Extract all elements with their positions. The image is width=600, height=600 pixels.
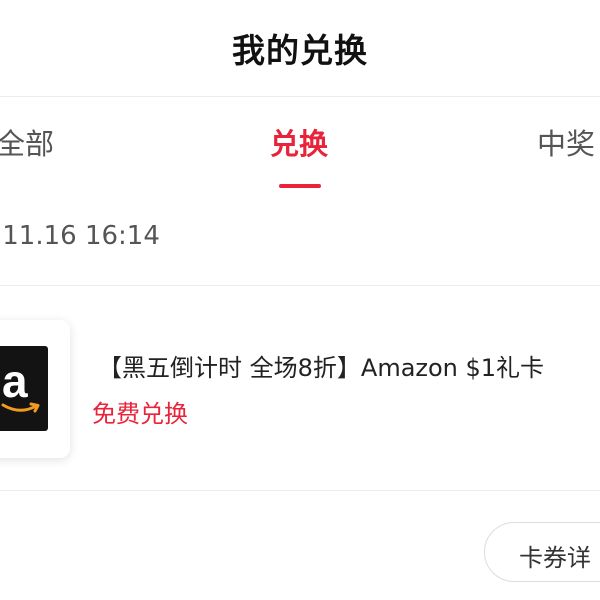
exchange-item[interactable]: md a 【黑五倒计时 全场8折】Amazon $1礼卡 免费兑换 bbox=[0, 286, 600, 490]
tab-bar: 全部 兑换 中奖 bbox=[0, 97, 600, 197]
order-timestamp: .11.16 16:14 bbox=[0, 221, 160, 251]
tab-all[interactable]: 全部 bbox=[0, 121, 54, 163]
tab-exchange[interactable]: 兑换 bbox=[270, 121, 328, 163]
amazon-smile-icon bbox=[1, 402, 40, 413]
divider bbox=[0, 490, 600, 491]
page-header: 我的兑换 bbox=[0, 0, 600, 97]
my-exchange-screen: 我的兑换 全部 兑换 中奖 .11.16 16:14 md a 【黑五倒计时 全… bbox=[0, 0, 600, 600]
product-title: 【黑五倒计时 全场8折】Amazon $1礼卡 bbox=[98, 354, 545, 382]
active-tab-indicator bbox=[279, 184, 321, 188]
amazon-gift-card-icon: md a bbox=[0, 346, 48, 431]
voucher-detail-label: 卡券详 bbox=[519, 544, 591, 572]
page-title: 我的兑换 bbox=[232, 31, 368, 70]
amazon-logo-letter: a bbox=[2, 355, 28, 407]
tab-prize[interactable]: 中奖 bbox=[537, 121, 595, 163]
product-thumbnail[interactable]: md a bbox=[0, 320, 70, 458]
price-label: 免费兑换 bbox=[92, 400, 188, 428]
voucher-detail-button[interactable]: 卡券详 bbox=[484, 522, 600, 582]
